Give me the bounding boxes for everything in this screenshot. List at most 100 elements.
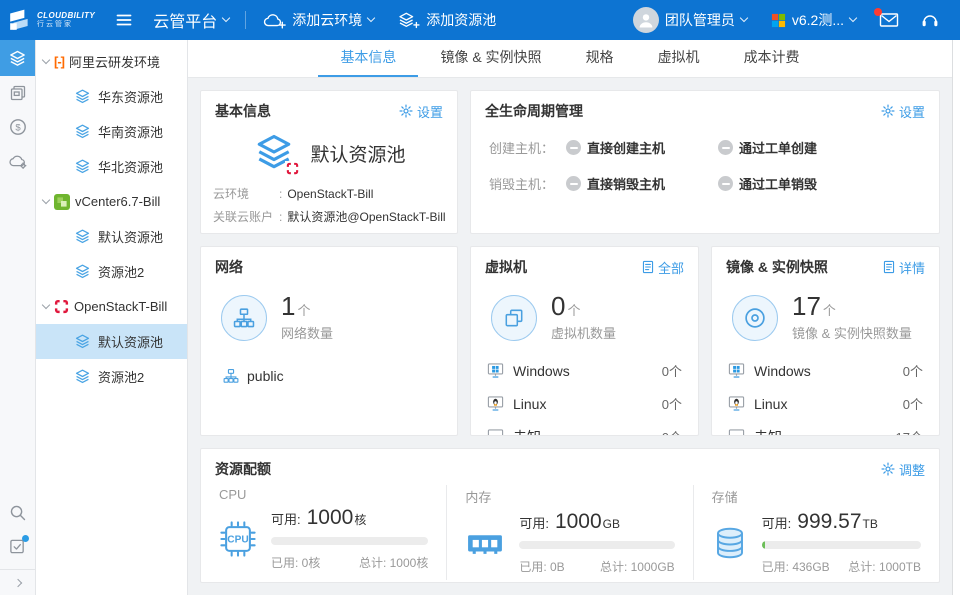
messages-button[interactable] <box>868 0 910 40</box>
tab-basic-info[interactable]: 基本信息 <box>318 40 418 77</box>
pool-name: 默认资源池 <box>310 140 405 167</box>
tree-item-label: 华东资源池 <box>98 87 163 106</box>
hamburger-icon <box>115 11 133 29</box>
expand-chevron-icon[interactable] <box>42 195 50 203</box>
rail-item-search[interactable] <box>0 495 35 529</box>
images-count-label: 镜像 & 实例快照数量 <box>792 323 912 342</box>
tab-virtual-machines[interactable]: 虚拟机 <box>636 40 722 77</box>
user-role-label: 团队管理员 <box>665 10 735 30</box>
mail-icon <box>879 12 899 28</box>
os-count: 0个 <box>662 427 682 436</box>
tab-flavors[interactable]: 规格 <box>564 40 636 77</box>
option-ticket-destroy[interactable]: 通过工单销毁 <box>718 174 817 193</box>
layers-icon <box>74 333 91 350</box>
chevron-down-icon <box>849 14 857 22</box>
tree-item-pool[interactable]: 华南资源池 <box>36 114 187 149</box>
lifecycle-row-create: 创建主机： 直接创建主机 通过工单创建 <box>471 138 939 157</box>
content-area: 基本信息 设置 默认资源池 <box>188 78 952 595</box>
chevron-down-icon <box>367 14 375 22</box>
tree-item-pool[interactable]: 华北资源池 <box>36 149 187 184</box>
tab-cost-billing[interactable]: 成本计费 <box>722 40 822 77</box>
top-bar: CLOUDBILITY 行云管家 云管平台 添加云环境 添加资源池 团队管理员 <box>0 0 960 40</box>
disabled-minus-icon <box>718 140 733 155</box>
expand-chevron-icon[interactable] <box>42 300 50 308</box>
network-list-item[interactable]: public <box>201 368 457 384</box>
quota-section-cpu: CPU 可用: 1000 核 <box>201 485 446 580</box>
quota-progress-bar <box>762 541 921 549</box>
field-row: 云环境 : OpenStackT-Bill <box>213 183 445 206</box>
tab-label: 成本计费 <box>744 49 800 65</box>
disabled-minus-icon <box>566 176 581 191</box>
rail-item-tasks[interactable] <box>0 529 35 563</box>
windows-color-icon <box>771 13 786 28</box>
topbar-divider <box>245 11 246 29</box>
os-row-linux: Linux 0个 <box>471 387 698 420</box>
field-row: 关联云账户 : 默认资源池@OpenStackT-Bill <box>213 206 445 229</box>
tree-item-pool[interactable]: 资源池2 <box>36 254 187 289</box>
lifecycle-settings-link[interactable]: 设置 <box>881 102 925 121</box>
add-cloud-env-label: 添加云环境 <box>292 10 362 30</box>
expand-chevron-icon[interactable] <box>42 55 50 63</box>
tree-item-pool-selected[interactable]: 默认资源池 <box>36 324 187 359</box>
vm-all-link[interactable]: 全部 <box>642 258 684 277</box>
card-lifecycle: 全生命周期管理 设置 创建主机： 直接创建主机 <box>470 90 940 234</box>
disc-icon <box>732 295 778 341</box>
field-value: OpenStackT-Bill <box>287 183 373 206</box>
rail-item-billing[interactable] <box>0 110 35 144</box>
tree-item-pool[interactable]: 资源池2 <box>36 359 187 394</box>
basic-info-settings-link[interactable]: 设置 <box>399 102 443 121</box>
option-label: 直接销毁主机 <box>587 174 665 193</box>
tree-group-alibaba[interactable]: [-] 阿里云研发环境 <box>36 44 187 79</box>
person-icon <box>636 10 656 30</box>
menu-toggle-button[interactable] <box>107 0 141 40</box>
card-title: 网络 <box>215 257 243 277</box>
tree-item-pool[interactable]: 华东资源池 <box>36 79 187 114</box>
tab-images-snapshots[interactable]: 镜像 & 实例快照 <box>418 40 563 77</box>
gear-icon <box>399 104 413 118</box>
rail-item-cloud-services[interactable] <box>0 144 35 178</box>
os-name: Linux <box>754 396 903 412</box>
os-count: 0个 <box>662 361 682 380</box>
add-resource-pool-button[interactable]: 添加资源池 <box>386 0 508 40</box>
dollar-icon <box>9 118 27 136</box>
card-title: 基本信息 <box>215 101 271 121</box>
os-name: Linux <box>513 396 662 412</box>
vm-count-label: 虚拟机数量 <box>551 323 616 342</box>
layers-icon <box>74 228 91 245</box>
version-switcher-dropdown[interactable]: v6.2测... <box>759 0 868 40</box>
support-button[interactable] <box>910 0 950 40</box>
quota-progress-fill <box>762 541 765 549</box>
card-title: 虚拟机 <box>485 257 527 277</box>
sidebar-collapse-button[interactable] <box>0 569 35 595</box>
headset-icon <box>921 12 939 28</box>
brand-name: CLOUDBILITY <box>37 12 95 20</box>
os-count: 0个 <box>903 394 923 413</box>
tree-group-openstack[interactable]: OpenStackT-Bill <box>36 289 187 324</box>
cloudbility-logo[interactable]: CLOUDBILITY 行云管家 <box>8 8 95 32</box>
quota-name: CPU <box>219 487 428 502</box>
os-row-unknown: 未知 17个 <box>712 420 939 436</box>
user-menu-dropdown[interactable]: 团队管理员 <box>621 0 759 40</box>
option-direct-create[interactable]: 直接创建主机 <box>566 138 718 157</box>
rail-spacer <box>0 178 35 495</box>
tree-group-vcenter[interactable]: vCenter6.7-Bill <box>36 184 187 219</box>
monitor-icon <box>728 428 745 436</box>
rail-item-resource-pools[interactable] <box>0 40 35 76</box>
tree-group-label: vCenter6.7-Bill <box>75 194 160 209</box>
scrollbar-gutter[interactable] <box>952 40 960 595</box>
option-ticket-create[interactable]: 通过工单创建 <box>718 138 817 157</box>
add-cloud-env-button[interactable]: 添加云环境 <box>250 0 386 40</box>
rail-item-hosts[interactable] <box>0 76 35 110</box>
gear-icon <box>881 104 895 118</box>
option-direct-destroy[interactable]: 直接销毁主机 <box>566 174 718 193</box>
quota-adjust-link[interactable]: 调整 <box>881 460 925 479</box>
linux-monitor-icon <box>487 395 504 412</box>
app-switcher-dropdown[interactable]: 云管平台 <box>141 0 241 40</box>
tab-label: 虚拟机 <box>658 49 700 65</box>
monitor-icon <box>487 428 504 436</box>
tree-item-pool[interactable]: 默认资源池 <box>36 219 187 254</box>
ram-icon <box>465 527 505 559</box>
images-detail-link[interactable]: 详情 <box>883 258 925 277</box>
row-stats: 网络 1个 网络数量 public <box>200 246 940 436</box>
quota-progress-bar <box>519 541 674 549</box>
